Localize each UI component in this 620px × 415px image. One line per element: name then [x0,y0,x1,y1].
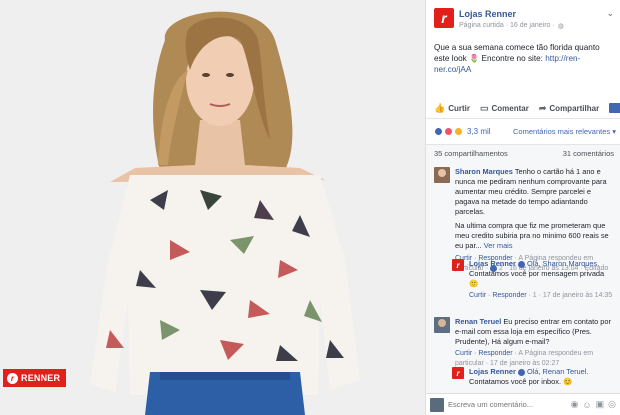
comments-list: Sharon Marques Tenho o cartão há 1 ano e… [426,162,620,393]
wow-reaction-icon[interactable] [454,126,463,136]
comment-author[interactable]: Renan Teruel [455,317,501,326]
comment-text-continued: Na ultima compra que fiz me prometeram q… [455,221,609,250]
page-avatar[interactable]: r [452,367,464,379]
comment-composer: ◉ ☺ ▣ ◎ [426,393,620,415]
globe-icon: ◍ [557,23,564,30]
comment-author[interactable]: Sharon Marques [455,167,513,176]
comment-footer: Curtir · Responder · 1 · 17 de janeiro à… [469,292,613,299]
comment-footer: Curtir · Responder · A Página respondeu … [455,350,594,367]
avatar[interactable] [434,317,450,333]
reactions-count[interactable]: 3,3 mil [467,127,491,136]
reply-item: r Lojas Renner Olá, Sharon Marques. Cont… [452,259,614,301]
camera-icon[interactable]: ◉ [571,399,579,410]
page-avatar[interactable]: r [434,8,454,28]
comment-sort-dropdown[interactable]: Comentários mais relevantes ▾ [513,127,616,136]
page-thumb-icon [609,103,620,113]
comment-text: Contatamos você por inbox. 😊 [469,377,573,386]
love-reaction-icon[interactable] [444,126,453,136]
sticker-icon[interactable]: ◎ [608,399,616,410]
comment-actions[interactable]: Curtir · Responder [469,292,527,299]
comment-input[interactable] [448,397,567,412]
comment-icon: ▭ [480,102,489,113]
share-icon: ➦ [538,102,547,113]
post-as-selector[interactable]: ▾ [609,103,620,113]
gif-icon[interactable]: ▣ [596,399,605,410]
shares-count[interactable]: 35 compartilhamentos [434,149,508,158]
share-button[interactable]: ➦ Compartilhar [539,103,599,114]
verified-badge-icon [517,368,525,376]
page-avatar[interactable]: r [452,259,464,271]
post-photo[interactable]: r RENNER [0,0,425,415]
mention-link[interactable]: Olá, Renan Teruel. [527,367,589,376]
current-user-avatar [430,397,444,412]
engagement-summary: 35 compartilhamentos 31 comentários [426,144,620,162]
comment-button[interactable]: ▭ Comentar [480,103,529,114]
renner-logo-icon: r [7,372,18,384]
comment-text: Contatamos você por mensagem privada 🙂 [469,269,605,288]
post-panel: r Lojas Renner Página curtida · 16 de ja… [425,0,620,415]
comment-author[interactable]: Lojas Renner [469,367,516,376]
comments-count[interactable]: 31 comentários [563,149,614,158]
page-name-link[interactable]: Lojas Renner [459,9,564,19]
like-reaction-icon[interactable] [434,126,443,136]
mention-link[interactable]: Olá, Sharon Marques. [527,259,599,268]
post-meta: Página curtida · 16 de janeiro · ◍ [459,22,564,30]
post-caption: Que a sua semana comece tão florida quan… [434,43,600,74]
verified-badge-icon [517,260,525,268]
post-header: r Lojas Renner Página curtida · 16 de ja… [434,8,614,34]
model-illustration [0,0,425,415]
see-more-link[interactable]: Ver mais [484,241,513,250]
comment-author[interactable]: Lojas Renner [469,259,516,268]
like-button[interactable]: 👍 Curtir [434,103,470,114]
facebook-photo-viewer: r RENNER r Lojas Renner Página curtida ·… [0,0,620,415]
comment-item: Sharon Marques Tenho o cartão há 1 ano e… [434,167,614,274]
reactions-bar: 3,3 mil Comentários mais relevantes ▾ [434,124,616,138]
chevron-down-icon[interactable]: ⌄ [606,8,614,19]
avatar[interactable] [434,167,450,183]
divider [426,118,620,119]
comment-item: Renan Teruel Eu preciso entrar em contat… [434,317,614,369]
emoji-icon[interactable]: ☺ [582,400,591,410]
thumbs-up-icon: 👍 [434,102,446,113]
reply-item: r Lojas Renner Olá, Renan Teruel. Contat… [452,367,614,387]
post-actions: 👍 Curtir ▭ Comentar ➦ Compartilhar ▾ [434,101,620,115]
comment-actions[interactable]: Curtir · Responder [455,350,513,357]
renner-watermark: r RENNER [3,369,67,387]
